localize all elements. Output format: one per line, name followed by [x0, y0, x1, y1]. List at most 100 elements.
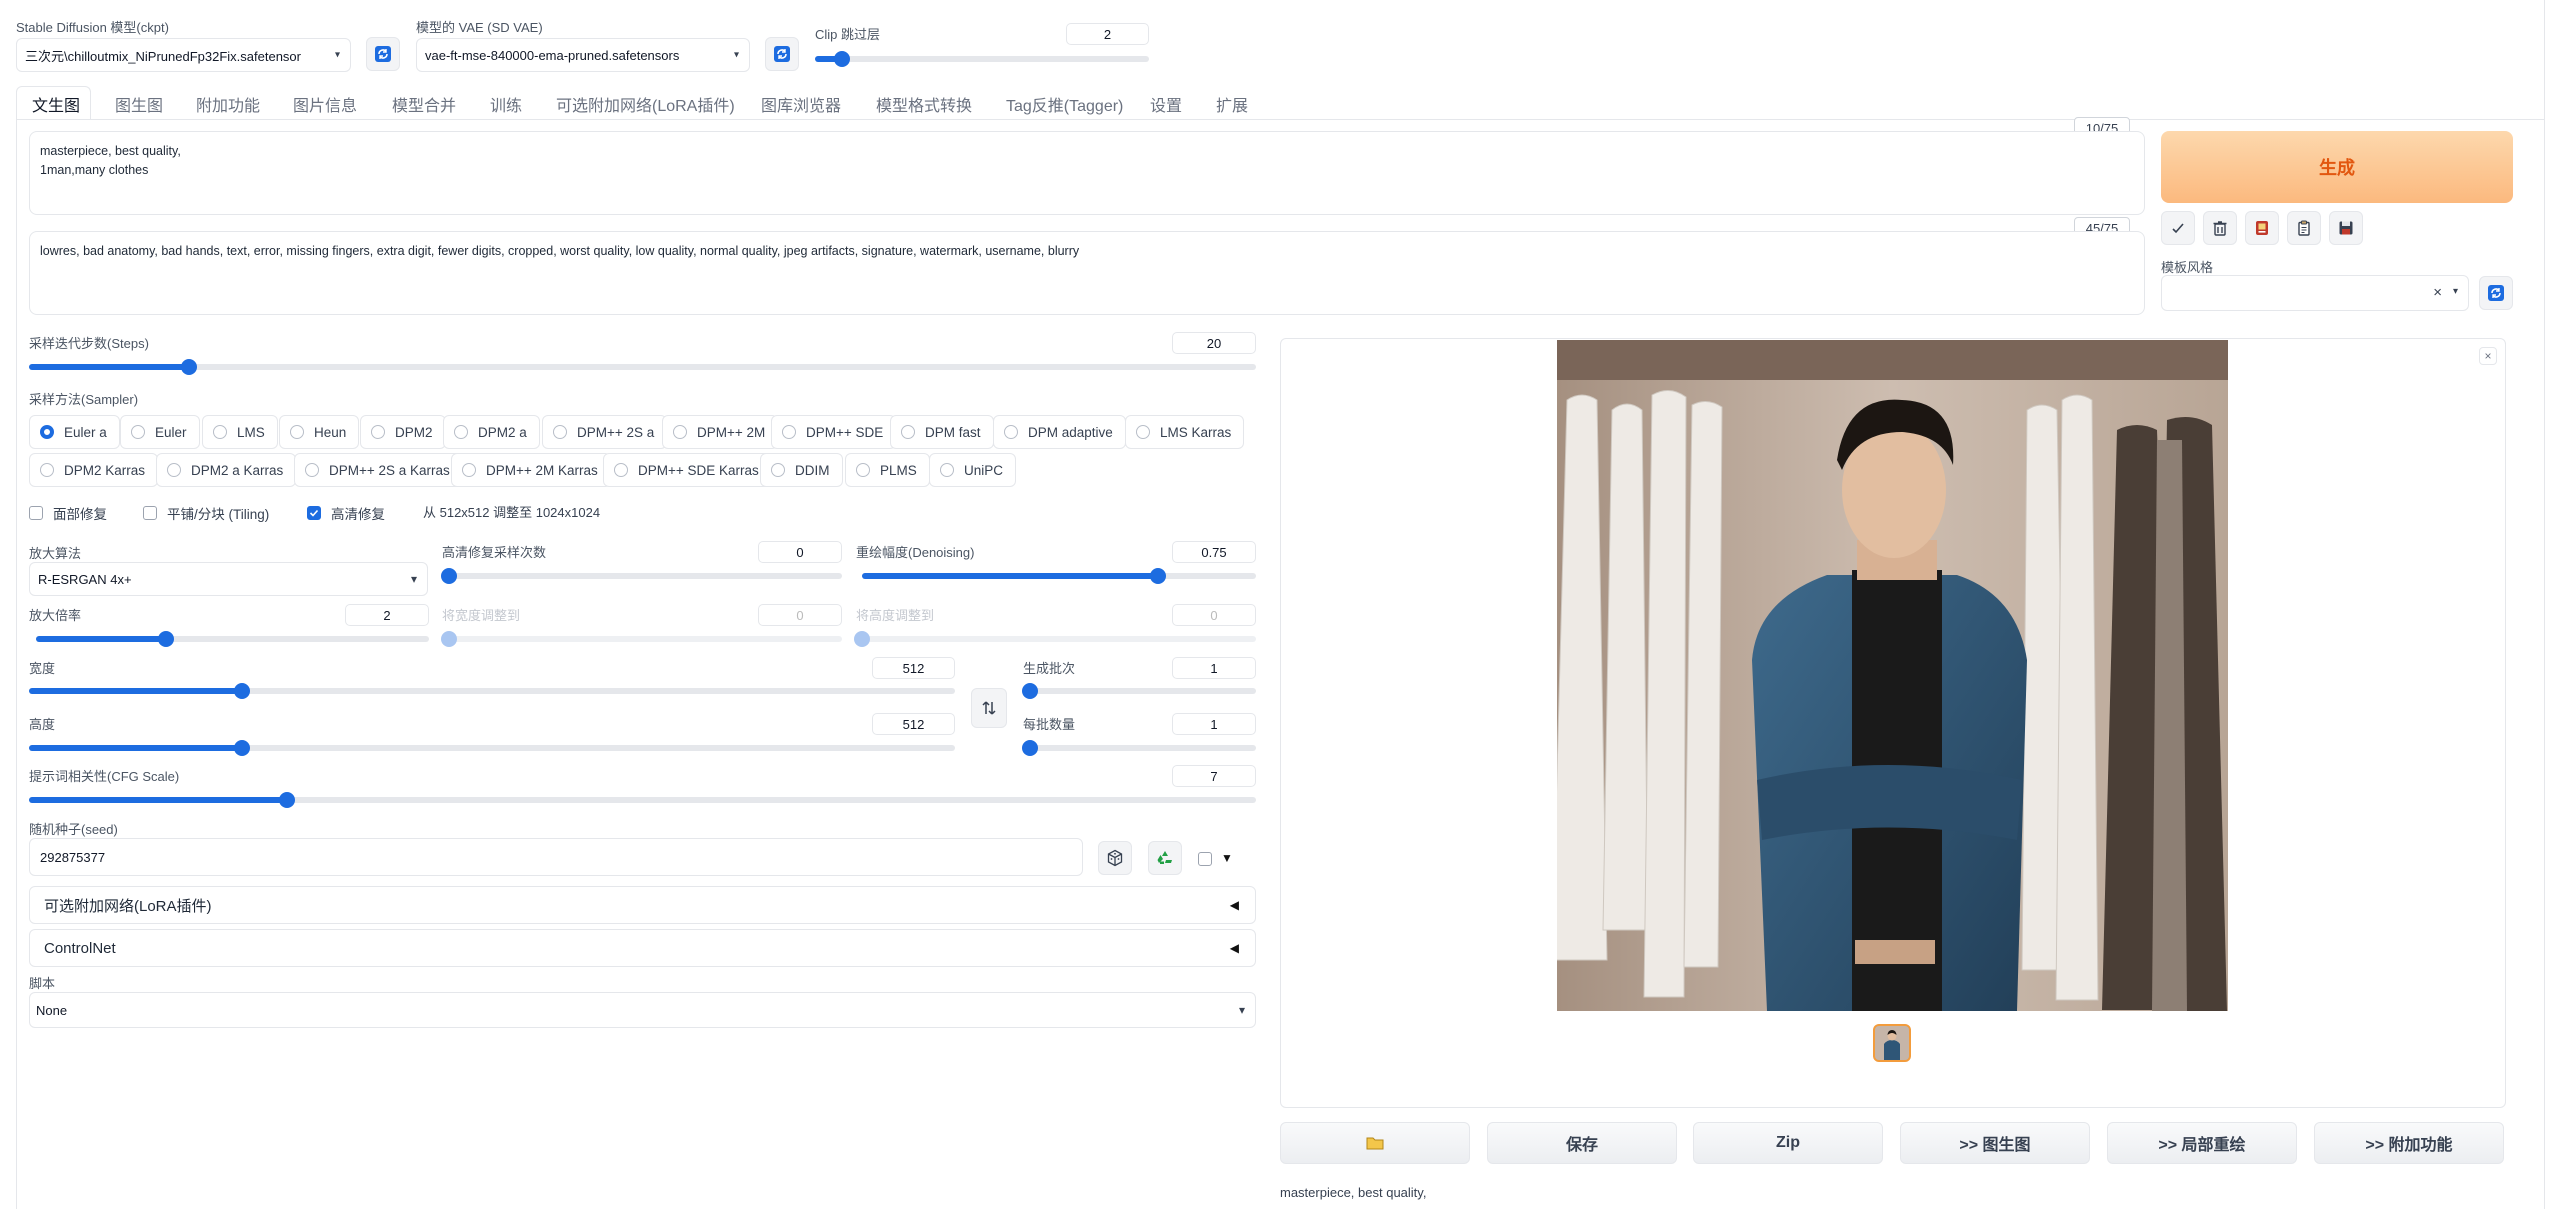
- tab-img2img[interactable]: 图生图: [115, 92, 163, 116]
- batch-size-input[interactable]: 1: [1172, 713, 1256, 735]
- refresh-style-button[interactable]: [2479, 276, 2513, 310]
- upscale-by-slider[interactable]: [36, 631, 429, 647]
- clear-prompt-button[interactable]: [2203, 211, 2237, 245]
- negative-prompt-textarea[interactable]: lowres, bad anatomy, bad hands, text, er…: [29, 231, 2145, 315]
- slider-thumb[interactable]: [278, 792, 295, 808]
- send-to-extras-button[interactable]: >> 附加功能: [2314, 1122, 2504, 1164]
- steps-input[interactable]: 20: [1172, 332, 1256, 354]
- zip-button[interactable]: Zip: [1693, 1122, 1883, 1164]
- tab-extras[interactable]: 附加功能: [196, 92, 260, 116]
- script-select[interactable]: None ▾: [29, 992, 1256, 1028]
- clip-slider[interactable]: [815, 51, 1149, 67]
- extra-networks-button[interactable]: [2245, 211, 2279, 245]
- tab-png-info[interactable]: 图片信息: [293, 92, 357, 116]
- sampler-option[interactable]: DPM adaptive: [993, 415, 1126, 449]
- hires-fix-checkbox[interactable]: 高清修复: [307, 503, 385, 523]
- slider-thumb[interactable]: [1022, 683, 1038, 699]
- hires-steps-input[interactable]: 0: [758, 541, 842, 563]
- cfg-input[interactable]: 7: [1172, 765, 1256, 787]
- width-slider[interactable]: [29, 683, 955, 699]
- batch-count-input[interactable]: 1: [1172, 657, 1256, 679]
- sampler-option[interactable]: DPM++ 2M Karras: [451, 453, 611, 487]
- tab-merge[interactable]: 模型合并: [392, 92, 456, 116]
- denoising-input[interactable]: 0.75: [1172, 541, 1256, 563]
- sampler-option[interactable]: DPM++ SDE Karras: [603, 453, 772, 487]
- steps-slider[interactable]: [29, 359, 1256, 375]
- generated-image[interactable]: [1557, 340, 2228, 1011]
- batch-size-slider[interactable]: [1022, 740, 1256, 756]
- upscale-by-input[interactable]: 2: [345, 604, 429, 626]
- gallery-thumbnail[interactable]: [1873, 1024, 1911, 1062]
- sampler-option[interactable]: DPM++ 2M: [662, 415, 779, 449]
- swap-dimensions-button[interactable]: [971, 688, 1007, 728]
- open-folder-button[interactable]: [1280, 1122, 1470, 1164]
- sampler-option[interactable]: PLMS: [845, 453, 930, 487]
- width-input[interactable]: 512: [872, 657, 955, 679]
- vae-select[interactable]: vae-ft-mse-840000-ema-pruned.safetensors…: [416, 38, 750, 72]
- sampler-option[interactable]: Heun: [279, 415, 360, 449]
- send-to-inpaint-button[interactable]: >> 局部重绘: [2107, 1122, 2297, 1164]
- slider-thumb[interactable]: [441, 568, 457, 584]
- paste-style-button[interactable]: [2287, 211, 2321, 245]
- resize-height-input[interactable]: 0: [1172, 604, 1256, 626]
- slider-thumb[interactable]: [233, 683, 250, 699]
- extra-seed-checkbox[interactable]: [1198, 852, 1212, 866]
- reuse-seed-button[interactable]: [1148, 841, 1182, 875]
- tab-tagger[interactable]: Tag反推(Tagger): [1006, 92, 1123, 116]
- tab-settings[interactable]: 设置: [1150, 92, 1182, 116]
- resize-width-slider[interactable]: [441, 631, 842, 647]
- page-scrollbar[interactable]: [2544, 0, 2545, 1209]
- tab-extensions[interactable]: 扩展: [1216, 92, 1248, 116]
- ckpt-select[interactable]: 三次元\chilloutmix_NiPrunedFp32Fix.safetens…: [16, 38, 351, 72]
- send-to-img2img-button[interactable]: >> 图生图: [1900, 1122, 2090, 1164]
- slider-thumb[interactable]: [1022, 740, 1038, 756]
- resize-height-slider[interactable]: [854, 631, 1256, 647]
- slider-thumb[interactable]: [1149, 568, 1166, 584]
- sampler-option[interactable]: Euler: [120, 415, 200, 449]
- tiling-checkbox[interactable]: 平铺/分块 (Tiling): [143, 503, 269, 523]
- random-seed-button[interactable]: [1098, 841, 1132, 875]
- tab-lora[interactable]: 可选附加网络(LoRA插件): [556, 92, 735, 116]
- sampler-option[interactable]: DPM2 Karras: [29, 453, 159, 487]
- sampler-option[interactable]: DPM fast: [890, 415, 994, 449]
- cfg-slider[interactable]: [29, 792, 1256, 808]
- refresh-ckpt-button[interactable]: [366, 37, 400, 71]
- tab-train[interactable]: 训练: [490, 92, 522, 116]
- generate-button[interactable]: 生成: [2161, 131, 2513, 203]
- sampler-option[interactable]: DPM2 a: [443, 415, 540, 449]
- prompt-textarea[interactable]: masterpiece, best quality, 1man,many clo…: [29, 131, 2145, 215]
- style-dropdown[interactable]: × ▾: [2161, 275, 2469, 311]
- slider-thumb[interactable]: [157, 631, 174, 647]
- lora-accordion[interactable]: 可选附加网络(LoRA插件) ◀: [29, 886, 1256, 924]
- sampler-option[interactable]: LMS: [202, 415, 278, 449]
- sampler-option[interactable]: DPM2 a Karras: [156, 453, 297, 487]
- sampler-option[interactable]: DDIM: [760, 453, 843, 487]
- slider-thumb[interactable]: [833, 51, 850, 67]
- tab-convert[interactable]: 模型格式转换: [876, 92, 972, 116]
- tab-gallery[interactable]: 图库浏览器: [761, 92, 841, 116]
- height-input[interactable]: 512: [872, 713, 955, 735]
- controlnet-accordion[interactable]: ControlNet ◀: [29, 929, 1256, 967]
- slider-thumb[interactable]: [180, 359, 197, 375]
- sampler-option[interactable]: UniPC: [929, 453, 1017, 487]
- clip-value-input[interactable]: 2: [1066, 23, 1149, 45]
- close-icon[interactable]: ×: [2479, 347, 2497, 365]
- denoising-slider[interactable]: [862, 568, 1256, 584]
- check-button[interactable]: [2161, 211, 2195, 245]
- sampler-option[interactable]: DPM++ SDE: [771, 415, 897, 449]
- height-slider[interactable]: [29, 740, 955, 756]
- sampler-option[interactable]: DPM2: [360, 415, 446, 449]
- upscaler-select[interactable]: R-ESRGAN 4x+ ▾: [29, 562, 428, 596]
- clear-style-icon[interactable]: ×: [2433, 284, 2442, 301]
- resize-width-input[interactable]: 0: [758, 604, 842, 626]
- seed-input[interactable]: 292875377: [29, 838, 1083, 876]
- batch-count-slider[interactable]: [1022, 683, 1256, 699]
- slider-thumb[interactable]: [441, 631, 457, 647]
- save-button[interactable]: 保存: [1487, 1122, 1677, 1164]
- hires-steps-slider[interactable]: [441, 568, 842, 584]
- slider-thumb[interactable]: [233, 740, 250, 756]
- sampler-option[interactable]: DPM++ 2S a: [542, 415, 668, 449]
- sampler-option[interactable]: DPM++ 2S a Karras: [294, 453, 463, 487]
- refresh-vae-button[interactable]: [765, 37, 799, 71]
- slider-thumb[interactable]: [854, 631, 870, 647]
